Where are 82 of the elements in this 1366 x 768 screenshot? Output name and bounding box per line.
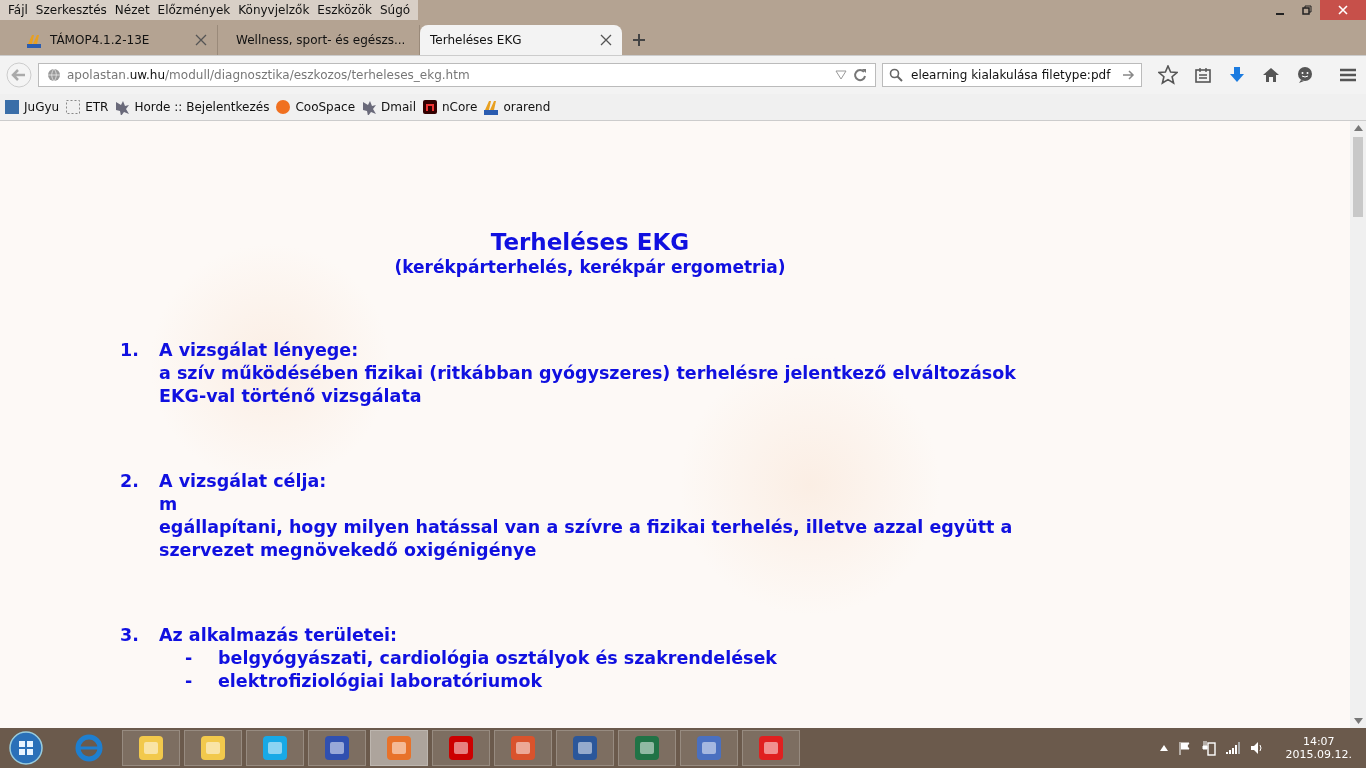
globe-icon: [47, 68, 61, 82]
taskbar-app-icon[interactable]: [308, 730, 366, 766]
bookmark-icon: [483, 99, 500, 115]
section-heading: A vizsgálat lényege:: [159, 339, 360, 362]
menu-item[interactable]: Fájl: [4, 3, 32, 17]
download-icon[interactable]: [1228, 66, 1246, 84]
favicon-icon: [26, 32, 42, 48]
battery-icon[interactable]: [1201, 740, 1216, 756]
section-text: a szív működésében fizikai (ritkábban gyógyszeres) terhelésre jelentkező elváltozások: [159, 362, 1017, 385]
menu-icon[interactable]: [1338, 66, 1358, 84]
section-heading: A vizsgálat célja:: [159, 470, 328, 493]
list-number: 3.: [120, 624, 140, 647]
taskbar-app-icon[interactable]: [432, 730, 490, 766]
scrollbar[interactable]: [1350, 121, 1366, 728]
menu-item[interactable]: Könyvjelzők: [234, 3, 314, 17]
bookmark-item[interactable]: nCore: [422, 99, 478, 115]
menu-item[interactable]: Súgó: [375, 3, 415, 17]
star-icon[interactable]: [1158, 65, 1178, 85]
bookmark-item[interactable]: JuGyu: [4, 99, 60, 115]
page-title: Terheléses EKG: [489, 229, 691, 255]
bookmark-item[interactable]: Horde :: Bejelentkezés: [114, 99, 270, 115]
speaker-icon[interactable]: [1249, 741, 1264, 755]
menu-item[interactable]: Nézet: [110, 3, 154, 17]
reading-list-icon[interactable]: [1194, 66, 1212, 84]
bookmark-item[interactable]: CooSpace: [275, 99, 356, 115]
chat-icon[interactable]: [1296, 66, 1314, 84]
close-tab-icon[interactable]: [195, 34, 207, 46]
list-item: elektrofiziológiai laboratóriumok: [218, 670, 543, 693]
close-button[interactable]: [1320, 0, 1366, 20]
section-text: EKG-val történő vizsgálata: [159, 385, 423, 408]
start-button[interactable]: [8, 730, 44, 766]
scroll-down-icon[interactable]: [1353, 718, 1363, 724]
list-bullet: -: [185, 647, 194, 670]
close-tab-icon[interactable]: [600, 34, 612, 46]
new-tab-icon[interactable]: [632, 33, 646, 47]
clock[interactable]: 14:07 2015.09.12.: [1285, 735, 1352, 761]
restore-icon: [1301, 5, 1312, 15]
taskbar-app-icon[interactable]: [122, 730, 180, 766]
bookmark-icon: [275, 99, 292, 115]
menu-item[interactable]: Előzmények: [153, 3, 235, 17]
taskbar-app-icon[interactable]: [680, 730, 738, 766]
taskbar-app-icon[interactable]: [184, 730, 242, 766]
flag-icon[interactable]: [1177, 741, 1192, 755]
bookmark-icon: [361, 99, 378, 115]
scrollbar-thumb[interactable]: [1353, 137, 1363, 217]
scroll-up-icon[interactable]: [1353, 125, 1363, 131]
taskbar-app-icon[interactable]: [246, 730, 304, 766]
bookmark-icon: [114, 99, 131, 115]
minimize-icon: [1275, 13, 1284, 15]
signal-icon[interactable]: [1225, 742, 1240, 754]
bookmark-icon: [422, 99, 438, 115]
list-number: 1.: [120, 339, 140, 362]
bookmark-item[interactable]: Dmail: [361, 99, 416, 115]
bookmark-icon: [4, 99, 20, 115]
tray-arrow-icon[interactable]: [1159, 745, 1168, 751]
arrow-right-icon[interactable]: [1123, 70, 1135, 80]
browser-tab[interactable]: Terheléses EKG: [420, 25, 622, 55]
taskbar-app-icon[interactable]: [742, 730, 800, 766]
address-bar[interactable]: apolastan.uw.hu/modull/diagnosztika/eszkozos/terheleses_ekg.htm: [38, 63, 876, 87]
bookmark-icon: [65, 99, 82, 115]
menu-item[interactable]: Szerkesztés: [31, 3, 111, 17]
close-icon: [1338, 5, 1348, 15]
dropdown-icon[interactable]: [835, 70, 847, 80]
bookmark-item[interactable]: ETR: [65, 99, 109, 115]
taskbar-app-icon[interactable]: [494, 730, 552, 766]
section-text: m: [159, 493, 179, 516]
menu-item[interactable]: Eszközök: [313, 3, 376, 17]
list-number: 2.: [120, 470, 140, 493]
section-heading: Az alkalmazás területei:: [159, 624, 399, 647]
home-icon[interactable]: [1262, 66, 1280, 84]
list-item: belgyógyászati, cardiológia osztályok és szakrendelések: [218, 647, 777, 670]
bookmark-item[interactable]: orarend: [483, 99, 551, 115]
section-text: szervezet megnövekedő oxigénigénye: [159, 539, 538, 562]
reload-icon[interactable]: [853, 68, 867, 82]
taskbar-app-icon[interactable]: [618, 730, 676, 766]
page-subtitle: (kerékpárterhelés, kerékpár ergometria): [393, 257, 787, 277]
back-icon[interactable]: [6, 62, 32, 88]
taskbar-app-icon[interactable]: [556, 730, 614, 766]
list-bullet: -: [185, 670, 194, 693]
search-icon: [889, 68, 903, 82]
search-field[interactable]: elearning kialakulása filetype:pdf: [882, 63, 1142, 87]
section-text: egállapítani, hogy milyen hatással van a szívre a fizikai terhelés, illetve azzal együtt a: [159, 516, 1014, 539]
